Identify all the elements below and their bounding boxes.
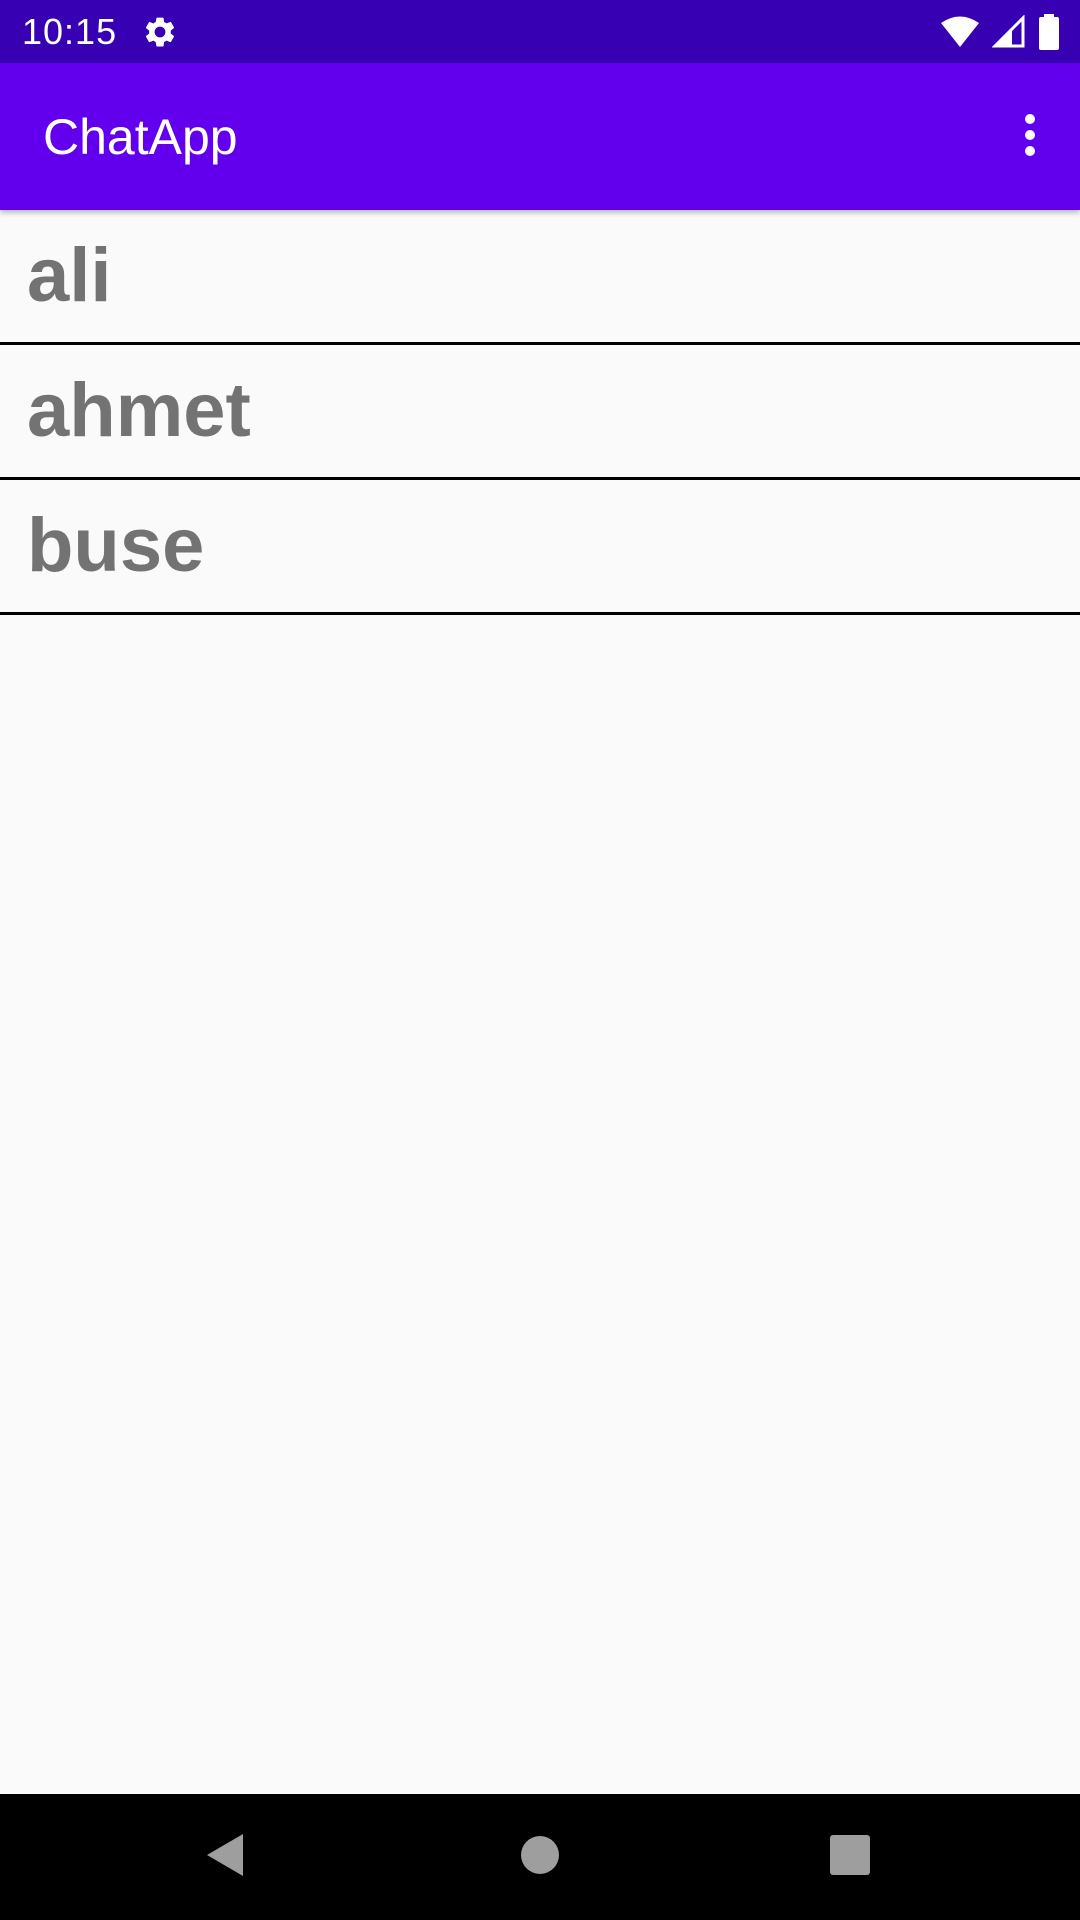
list-item[interactable]: buse: [0, 480, 1080, 615]
status-bar: 10:15: [0, 0, 1080, 63]
status-icons: [940, 14, 1060, 50]
wifi-icon: [940, 16, 980, 48]
user-name: ahmet: [27, 368, 251, 453]
list-item[interactable]: ahmet: [0, 345, 1080, 480]
more-vertical-icon: [1023, 113, 1037, 162]
app-title: ChatApp: [43, 109, 238, 165]
navigation-bar: [0, 1794, 1080, 1920]
user-name: buse: [27, 503, 205, 588]
settings-icon: [142, 14, 178, 50]
battery-icon: [1038, 14, 1060, 50]
back-button[interactable]: [190, 1822, 260, 1892]
recents-button[interactable]: [815, 1822, 885, 1892]
overflow-menu-button[interactable]: [980, 87, 1080, 187]
status-time: 10:15: [22, 11, 118, 52]
back-icon: [203, 1832, 247, 1883]
list-item[interactable]: ali: [0, 210, 1080, 345]
home-icon: [520, 1835, 560, 1880]
user-list: ali ahmet buse: [0, 210, 1080, 615]
home-button[interactable]: [505, 1822, 575, 1892]
cell-signal-icon: [992, 15, 1026, 49]
recents-icon: [830, 1834, 870, 1880]
app-bar: ChatApp: [0, 63, 1080, 210]
screen: 10:15 ChatApp ali ahmet buse: [0, 0, 1080, 1920]
user-name: ali: [27, 233, 112, 318]
